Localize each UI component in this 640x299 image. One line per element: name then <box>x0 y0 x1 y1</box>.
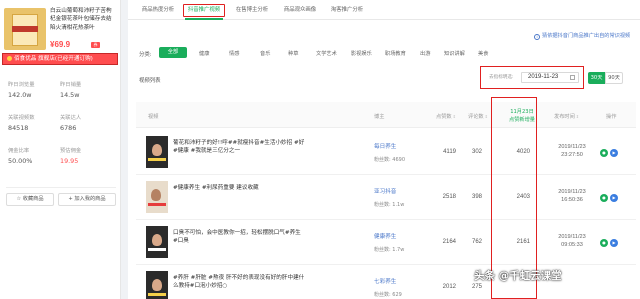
table-row[interactable]: 葡花和沛籽子的好!!呼##就瘦抖音#生活小妙招 #好 #健康 #我就是三亿分之一… <box>136 130 636 175</box>
category-item[interactable]: 音乐 <box>260 50 270 57</box>
category-item[interactable]: 种草 <box>288 50 298 57</box>
blogger-name[interactable]: 健康养生 <box>374 232 396 240</box>
active-tab-indicator <box>185 18 223 20</box>
category-item[interactable]: 健康 <box>199 50 209 57</box>
video-title[interactable]: 口臭不可怕，会中医教你一招，轻松摆脱口气#养生 #口臭 <box>173 229 306 245</box>
blogger-name[interactable]: 每日养生 <box>374 142 396 150</box>
sort-time[interactable]: 发布时间⇕ <box>554 113 579 120</box>
tab-taoke[interactable]: 淘客推广分析 <box>325 4 369 17</box>
tab-heat-analysis[interactable]: 商品热度分析 <box>136 4 180 17</box>
main-content: 商品热度分析 抖音推广视频 在售博主分析 商品观众画像 淘客推广分析 i 猜依据抖… <box>128 0 640 299</box>
date-input[interactable]: 2019-11-23 <box>521 72 579 83</box>
stat-commission: 预估佣金 19.95 <box>60 148 82 165</box>
sort-comments[interactable]: 评论数⇕ <box>468 113 488 120</box>
list-title: 视频列表 <box>139 78 161 84</box>
product-panel: 白云山葡萄和沛籽子苦枸杞金银花茶叶包储存去结陷火清柑花热茶叶 ¥69.9 券 佰… <box>0 0 121 299</box>
category-filter: 分类: 全部 健康 情感 音乐 种草 文学艺术 影视娱乐 职场教育 出游 知识讲… <box>139 47 489 58</box>
stat-sales: 昨日销量 14.5w <box>60 82 82 99</box>
product-card[interactable]: 白云山葡萄和沛籽子苦枸杞金银花茶叶包储存去结陷火清柑花热茶叶 ¥69.9 券 <box>4 4 117 54</box>
range-90-button[interactable]: 90天 <box>605 72 623 84</box>
play-button[interactable]: ▶ <box>610 149 618 157</box>
detail-button[interactable]: ● <box>600 194 608 202</box>
store-icon <box>7 55 12 61</box>
video-thumbnail[interactable] <box>146 271 168 299</box>
category-item[interactable]: 出游 <box>420 50 430 57</box>
date-filter: 去指标明选: 2019-11-23 <box>480 66 584 89</box>
play-button[interactable]: ▶ <box>610 194 618 202</box>
category-item[interactable]: 文学艺术 <box>316 50 337 57</box>
stat-commission-rate: 佣金比率 50.00% <box>8 148 33 165</box>
table-row[interactable]: 口臭不可怕，会中医教你一招，轻松摆脱口气#养生 #口臭 健康养生 粉丝数: 1.… <box>136 220 636 265</box>
table-row[interactable]: #健康养生 #利尿药重要 建议收藏 亚习抖音 粉丝数: 1.1w 2518 39… <box>136 175 636 220</box>
sort-likes[interactable]: 点赞数⇕ <box>436 113 456 120</box>
tab-douyin-videos[interactable]: 抖音推广视频 <box>183 4 225 17</box>
category-all[interactable]: 全部 <box>159 47 187 58</box>
stat-views: 昨日浏览量 142.0w <box>8 82 35 99</box>
detail-button[interactable]: ● <box>600 239 608 247</box>
notice-link[interactable]: i 猜依据抖音门商品推广出自的常识视频 <box>534 32 630 40</box>
favorite-button[interactable]: ☆ 收藏商品 <box>6 193 54 206</box>
product-title[interactable]: 白云山葡萄和沛籽子苦枸杞金银花茶叶包储存去结陷火清柑花热茶叶 <box>50 7 117 32</box>
add-product-button[interactable]: + 加入我的商品 <box>58 193 116 206</box>
tab-blogger-analysis[interactable]: 在售博主分析 <box>230 4 274 17</box>
play-button[interactable]: ▶ <box>610 239 618 247</box>
product-price: ¥69.9 <box>50 40 71 49</box>
video-thumbnail[interactable] <box>146 136 168 168</box>
watermark: 头条 @千虹云课堂 <box>474 270 562 282</box>
video-title[interactable]: #养肝 #肝脏 #熬夜 肝不好的表现没有好的肝中建什么教持#口泡小妙招○ <box>173 274 306 290</box>
product-image[interactable] <box>4 8 46 50</box>
divider <box>6 187 116 188</box>
category-item[interactable]: 影视娱乐 <box>351 50 372 57</box>
tab-audience[interactable]: 商品观众画像 <box>278 4 322 17</box>
category-item[interactable]: 情感 <box>229 50 239 57</box>
video-title[interactable]: #健康养生 #利尿药重要 建议收藏 <box>173 184 306 192</box>
stat-videos: 关联视频数 84518 <box>8 115 35 132</box>
store-bar[interactable]: 佰食优品 旗舰店(已经开通订购) <box>2 53 118 65</box>
category-item[interactable]: 职场教育 <box>385 50 406 57</box>
detail-button[interactable]: ● <box>600 149 608 157</box>
tab-bar: 商品热度分析 抖音推广视频 在售博主分析 商品观众画像 淘客推广分析 <box>128 0 640 20</box>
category-item[interactable]: 知识讲解 <box>444 50 465 57</box>
blogger-name[interactable]: 亚习抖音 <box>374 187 396 195</box>
video-thumbnail[interactable] <box>146 181 168 213</box>
range-30-button[interactable]: 30天 <box>588 72 605 84</box>
calendar-icon <box>570 75 575 80</box>
blogger-name[interactable]: 七彩养生 <box>374 277 396 285</box>
table-header: 视频 博主 点赞数⇕ 评论数⇕ 11月23日 点赞新增量 发布时间⇕ 操作 <box>136 102 636 128</box>
video-thumbnail[interactable] <box>146 226 168 258</box>
info-icon: i <box>534 34 540 40</box>
stat-creators: 关联达人 6786 <box>60 115 82 132</box>
store-name: 佰食优品 旗舰店(已经开通订购) <box>14 56 93 62</box>
category-item[interactable]: 美食 <box>478 50 488 57</box>
video-title[interactable]: 葡花和沛籽子的好!!呼##就瘦抖音#生活小妙招 #好 #健康 #我就是三亿分之一 <box>173 139 306 155</box>
coupon-badge: 券 <box>91 42 100 48</box>
